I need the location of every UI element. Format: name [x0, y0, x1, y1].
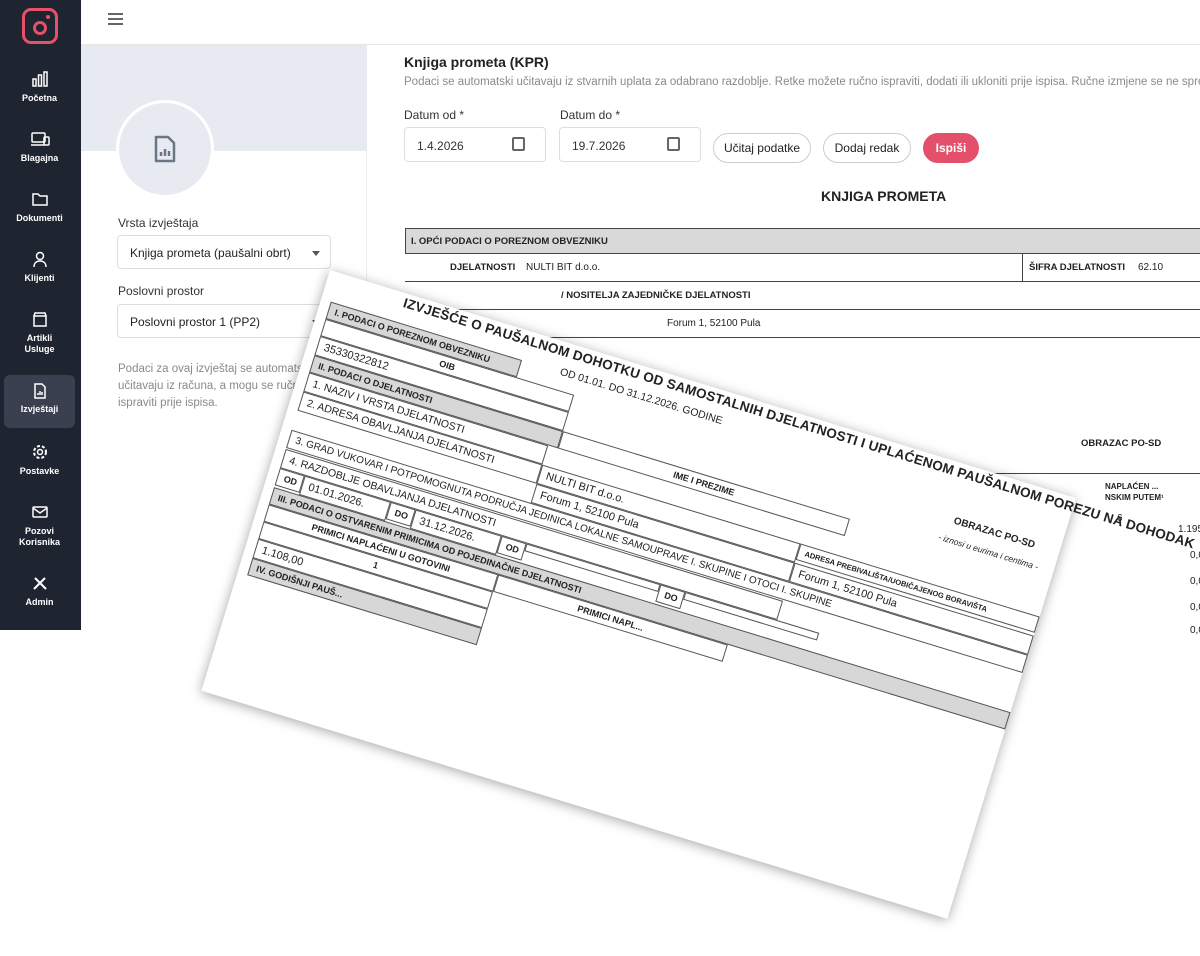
code-label: ŠIFRA DJELATNOSTI — [1029, 262, 1126, 273]
page-subtitle: Podaci se automatski učitavaju iz stvarn… — [404, 76, 1200, 88]
value-cell: 0,00 — [1190, 602, 1200, 613]
sidebar-item-artikli[interactable]: Artikli Usluge — [4, 310, 75, 366]
premises-label: Poslovni prostor — [118, 284, 205, 298]
activity-label: DJELATNOSTI — [450, 262, 516, 273]
calendar-icon[interactable] — [512, 137, 525, 151]
cash-register-icon — [30, 132, 50, 146]
report-icon — [33, 383, 46, 399]
date-to-label: Datum do * — [560, 108, 621, 122]
add-row-button[interactable]: Dodaj redak — [823, 133, 911, 163]
value-cell: 0,00 — [1190, 576, 1200, 587]
sidebar-item-label: Postavke — [19, 466, 60, 476]
sidebar-item-izvjestaji[interactable]: Izvještaji — [4, 375, 75, 428]
topbar — [81, 0, 1200, 45]
date-to-input[interactable]: 19.7.2026 — [559, 127, 701, 162]
sidebar-item-label: Izvještaji — [20, 404, 59, 414]
sidebar-item-label: Početna — [21, 93, 57, 103]
folder-icon — [31, 193, 48, 206]
sidebar-item-klijenti[interactable]: Klijenti — [4, 250, 75, 296]
table-row: DJELATNOSTI NULTI BIT d.o.o. ŠIFRA DJELA… — [405, 254, 1200, 282]
sidebar-item-label: Dokumenti — [16, 213, 63, 223]
form-label: OBRAZAC PO-SD — [1081, 438, 1162, 449]
date-from-label: Datum od * — [404, 108, 465, 122]
sidebar-item-label: Artikli Usluge — [24, 333, 55, 354]
table-row: / NOSITELJA ZAJEDNIČKE DJELATNOSTI — [405, 282, 1200, 310]
sidebar: Početna Blagajna Dokumenti Klijenti Arti… — [0, 0, 81, 630]
sidebar-item-blagajna[interactable]: Blagajna — [4, 130, 75, 176]
value-cell: 0,00 — [1190, 625, 1200, 636]
load-data-button[interactable]: Učitaj podatke — [713, 133, 811, 163]
date-to-value: 19.7.2026 — [572, 139, 626, 153]
holder-label: / NOSITELJA ZAJEDNIČKE DJELATNOSTI — [561, 290, 751, 301]
print-button[interactable]: Ispiši — [923, 133, 979, 163]
chevron-down-icon — [312, 251, 320, 256]
tools-icon — [32, 577, 47, 590]
section-header: I. OPĆI PODACI O POREZNOM OBVEZNIKU — [405, 228, 1200, 254]
sidebar-item-label: Klijenti — [24, 273, 55, 283]
app-logo[interactable] — [22, 8, 58, 44]
page-title: Knjiga prometa (KPR) — [404, 54, 549, 70]
sidebar-item-postavke[interactable]: Postavke — [4, 443, 75, 489]
sidebar-item-admin[interactable]: Admin — [4, 574, 75, 620]
sidebar-item-label: Blagajna — [20, 153, 59, 163]
bar-chart-icon — [31, 71, 48, 87]
box-icon — [32, 312, 47, 327]
value-cell: 0,00 — [1190, 550, 1200, 561]
report-icon — [154, 135, 176, 163]
sidebar-item-dokumenti[interactable]: Dokumenti — [4, 190, 75, 236]
document-title: KNJIGA PROMETA — [821, 188, 947, 204]
sidebar-item-pocetna[interactable]: Početna — [4, 70, 75, 116]
menu-icon[interactable] — [108, 13, 123, 25]
sidebar-item-pozovi[interactable]: Pozovi Korisnika — [4, 503, 75, 559]
sidebar-item-label: Pozovi Korisnika — [18, 526, 60, 547]
premises-select[interactable]: Poslovni prostor 1 (PP2) — [117, 304, 331, 338]
users-icon — [32, 251, 47, 268]
report-type-select[interactable]: Knjiga prometa (paušalni obrt) — [117, 235, 331, 269]
sidebar-item-label: Admin — [25, 597, 54, 607]
date-from-value: 1.4.2026 — [417, 139, 464, 153]
report-type-value: Knjiga prometa (paušalni obrt) — [130, 246, 291, 260]
report-avatar — [116, 100, 214, 198]
premises-value: Poslovni prostor 1 (PP2) — [130, 315, 261, 329]
address-value: Forum 1, 52100 Pula — [667, 318, 761, 329]
date-from-input[interactable]: 1.4.2026 — [404, 127, 546, 162]
calendar-icon[interactable] — [667, 137, 680, 151]
cell-divider — [1022, 254, 1023, 282]
envelope-icon — [31, 506, 48, 518]
gear-icon — [32, 445, 47, 459]
activity-value: NULTI BIT d.o.o. — [526, 262, 601, 273]
column-header: NAPLAĆEN ... NSKIM PUTEM¹ — [1105, 482, 1164, 502]
report-type-label: Vrsta izvještaja — [118, 216, 199, 230]
code-value: 62.10 — [1138, 262, 1164, 273]
